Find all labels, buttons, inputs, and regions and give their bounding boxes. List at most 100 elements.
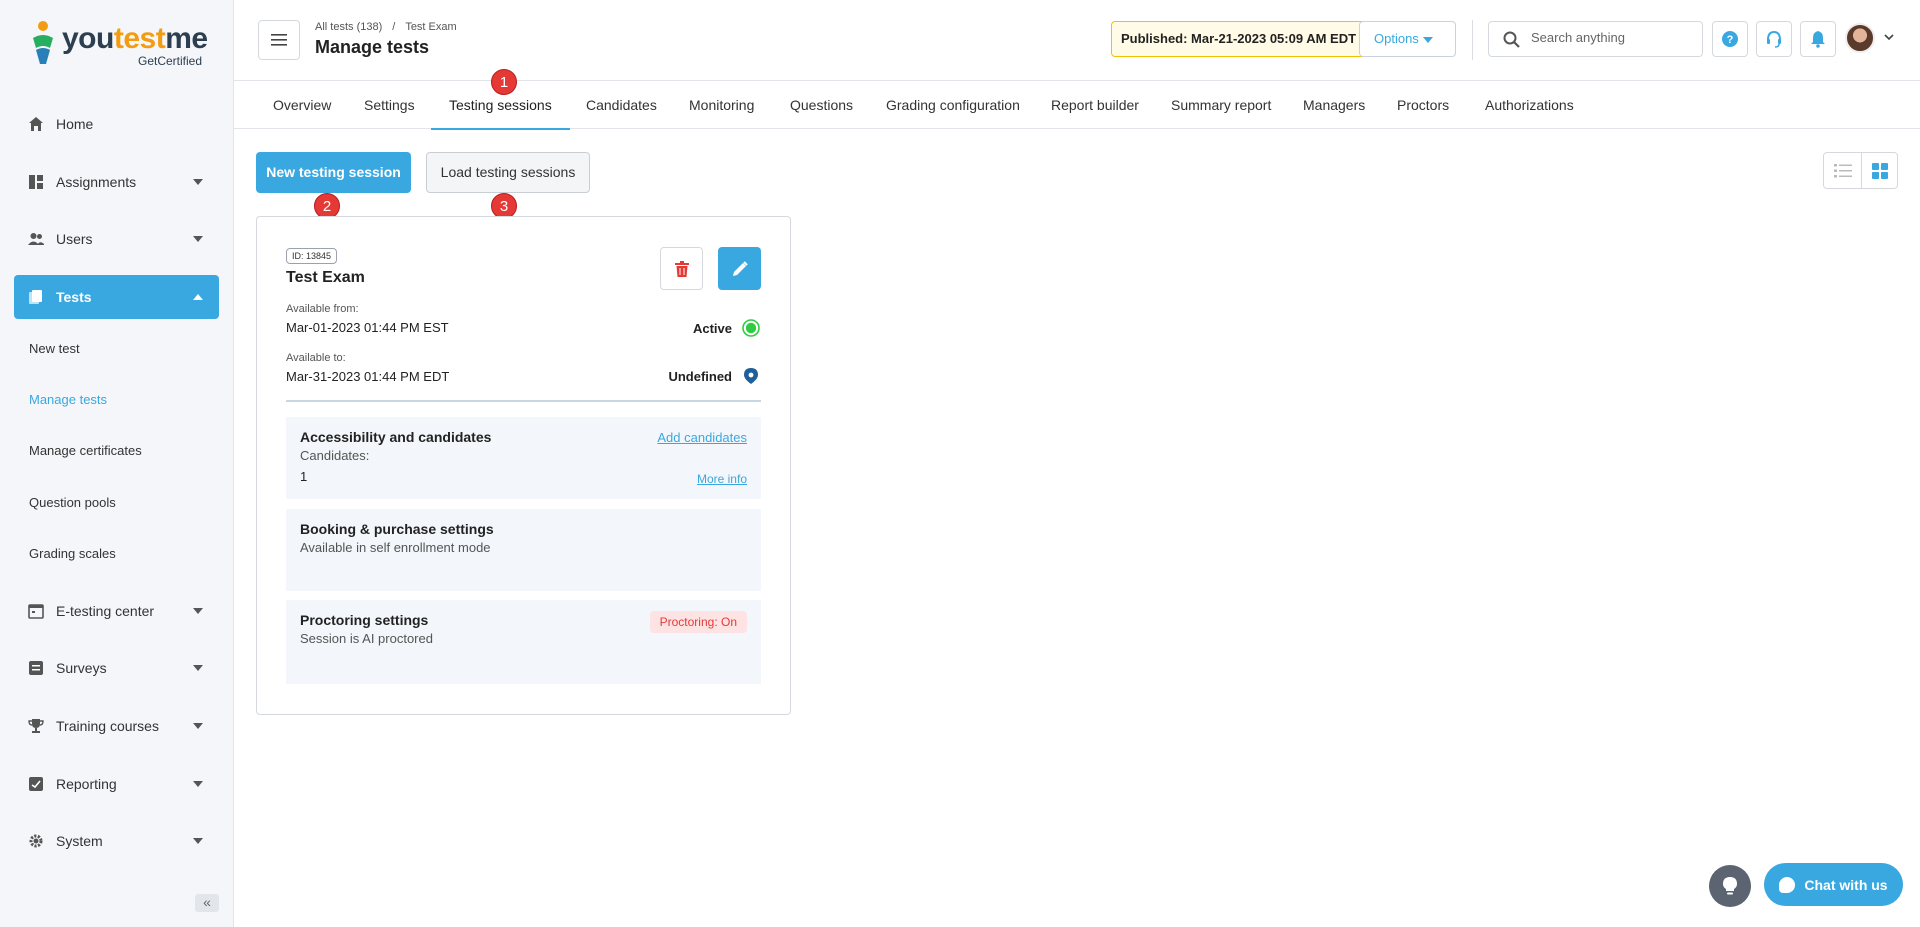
- question-icon: ?: [1722, 31, 1738, 47]
- sidebar-item-label: Home: [56, 116, 94, 132]
- logo[interactable]: youtestme GetCertified: [28, 20, 208, 70]
- logo-mark-icon: [33, 21, 53, 64]
- chevron-down-icon: [193, 781, 203, 787]
- sidebar-item-label: System: [56, 833, 103, 849]
- options-dropdown-button[interactable]: Options: [1359, 21, 1456, 57]
- delete-session-button[interactable]: [660, 247, 703, 290]
- sidebar-item-surveys[interactable]: Surveys: [14, 646, 219, 690]
- card-divider: [286, 400, 761, 402]
- booking-description: Available in self enrollment mode: [300, 540, 491, 555]
- chevron-down-icon: [193, 665, 203, 671]
- accessibility-section: Accessibility and candidates Add candida…: [286, 417, 761, 499]
- tab-summary-report[interactable]: Summary report: [1171, 81, 1271, 129]
- tests-icon: [28, 289, 44, 305]
- sidebar: youtestme GetCertified Home Assignments …: [0, 0, 234, 927]
- svg-text:?: ?: [1727, 34, 1734, 46]
- support-button[interactable]: [1756, 21, 1792, 57]
- step-badge-1: 1: [491, 69, 517, 95]
- sidebar-subitem-question-pools[interactable]: Question pools: [29, 495, 116, 510]
- proctoring-description: Session is AI proctored: [300, 631, 433, 646]
- sidebar-item-assignments[interactable]: Assignments: [14, 160, 219, 204]
- collapse-sidebar-button[interactable]: «: [195, 894, 219, 912]
- session-id-badge: ID: 13845: [286, 248, 338, 264]
- tab-monitoring[interactable]: Monitoring: [689, 81, 754, 129]
- header-divider: [1472, 20, 1473, 60]
- sidebar-item-tests[interactable]: Tests: [14, 275, 219, 319]
- chevron-down-icon: [193, 236, 203, 242]
- top-header: All tests (138) / Test Exam Manage tests P…: [234, 0, 1920, 81]
- sidebar-subitem-manage-certificates[interactable]: Manage certificates: [29, 443, 142, 458]
- proctoring-status-badge: Proctoring: On: [649, 611, 747, 633]
- sidebar-item-label: Users: [56, 231, 93, 247]
- sidebar-item-e-testing-center[interactable]: E-testing center: [14, 589, 219, 633]
- options-label: Options: [1374, 31, 1419, 46]
- chevron-down-icon: [193, 179, 203, 185]
- sidebar-item-reporting[interactable]: Reporting: [14, 762, 219, 806]
- new-testing-session-button[interactable]: New testing session: [256, 152, 411, 193]
- dashboard-icon: [28, 174, 44, 190]
- sidebar-subitem-manage-tests[interactable]: Manage tests: [29, 392, 107, 407]
- calendar-icon: [28, 603, 44, 619]
- sidebar-item-users[interactable]: Users: [14, 217, 219, 261]
- breadcrumb-test-exam[interactable]: Test Exam: [405, 21, 456, 33]
- accessibility-title: Accessibility and candidates: [300, 429, 492, 445]
- available-from-value: Mar-01-2023 01:44 PM EST: [286, 320, 449, 335]
- edit-session-button[interactable]: [718, 247, 761, 290]
- more-info-link[interactable]: More info: [697, 472, 747, 486]
- tab-grading-configuration[interactable]: Grading configuration: [886, 81, 1020, 129]
- tab-managers[interactable]: Managers: [1303, 81, 1365, 129]
- sidebar-item-home[interactable]: Home: [14, 102, 219, 146]
- sidebar-subitem-grading-scales[interactable]: Grading scales: [29, 546, 116, 561]
- search-input[interactable]: [1531, 30, 1691, 45]
- load-testing-sessions-button[interactable]: Load testing sessions: [426, 152, 590, 193]
- bell-icon: [1811, 31, 1825, 48]
- logo-text-test: test: [113, 22, 166, 55]
- menu-toggle-button[interactable]: [258, 20, 300, 60]
- chevron-down-icon: [193, 608, 203, 614]
- proctoring-title: Proctoring settings: [300, 612, 429, 628]
- sidebar-item-label: Assignments: [56, 174, 137, 190]
- tab-questions[interactable]: Questions: [790, 81, 853, 129]
- candidates-count: 1: [300, 469, 308, 484]
- help-button[interactable]: ?: [1712, 21, 1748, 57]
- available-to-label: Available to:: [286, 352, 346, 364]
- search-box[interactable]: [1488, 21, 1703, 57]
- tab-authorizations[interactable]: Authorizations: [1485, 81, 1574, 129]
- status-active: Active: [693, 319, 760, 337]
- logo-text-me: me: [165, 22, 208, 55]
- notifications-button[interactable]: [1800, 21, 1836, 57]
- pencil-icon: [732, 260, 748, 276]
- logo-text-you: you: [62, 22, 114, 55]
- tab-overview[interactable]: Overview: [273, 81, 331, 129]
- sidebar-subitem-new-test[interactable]: New test: [29, 341, 80, 356]
- tab-proctors[interactable]: Proctors: [1397, 81, 1449, 129]
- grid-view-button[interactable]: [1861, 153, 1898, 188]
- chevron-up-icon: [193, 294, 203, 300]
- hamburger-icon: [271, 34, 287, 46]
- tab-bar: Overview Settings Testing sessions Candi…: [234, 81, 1920, 130]
- chat-label: Chat with us: [1804, 876, 1888, 893]
- sidebar-item-label: Reporting: [56, 776, 117, 792]
- booking-section: Booking & purchase settings Available in…: [286, 509, 761, 591]
- chat-with-us-button[interactable]: Chat with us: [1764, 863, 1903, 906]
- tab-candidates[interactable]: Candidates: [586, 81, 657, 129]
- chevron-down-icon: [193, 723, 203, 729]
- logo-text: youtestme: [62, 22, 208, 56]
- tab-report-builder[interactable]: Report builder: [1051, 81, 1139, 129]
- sidebar-item-training-courses[interactable]: Training courses: [14, 704, 219, 748]
- add-candidates-link[interactable]: Add candidates: [657, 430, 747, 445]
- search-icon: [1503, 31, 1520, 51]
- report-icon: [28, 776, 44, 792]
- list-view-button[interactable]: [1824, 153, 1861, 188]
- tab-settings[interactable]: Settings: [364, 81, 415, 129]
- breadcrumb-all-tests[interactable]: All tests (138): [315, 21, 382, 33]
- avatar[interactable]: [1845, 23, 1875, 53]
- sidebar-item-system[interactable]: System: [14, 819, 219, 863]
- trash-icon: [674, 260, 689, 277]
- chevron-down-icon[interactable]: [1884, 34, 1894, 41]
- status-undefined-label: Undefined: [668, 368, 732, 384]
- chevron-down-icon: [1423, 37, 1433, 43]
- status-active-label: Active: [692, 320, 732, 336]
- published-status-badge: Published: Mar-21-2023 05:09 AM EDT: [1111, 21, 1367, 57]
- tips-button[interactable]: [1709, 865, 1751, 907]
